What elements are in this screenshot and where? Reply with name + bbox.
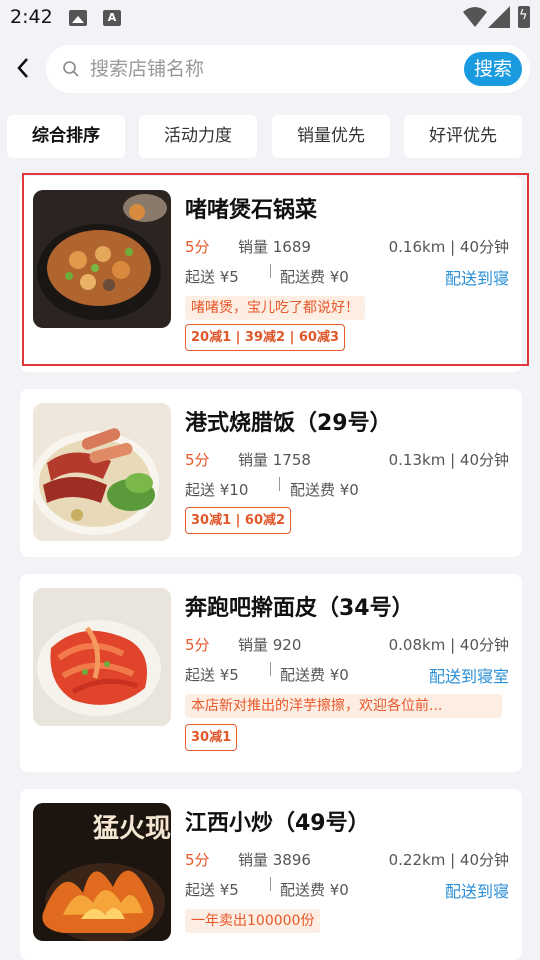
shop-name: 江西小炒（49号） — [185, 811, 370, 836]
divider — [270, 877, 271, 891]
shop-sales: 销量 1758 — [238, 451, 311, 469]
battery-icon — [518, 6, 530, 28]
divider — [270, 264, 271, 278]
divider — [270, 662, 271, 676]
shop-image: 猛火现炒 — [33, 803, 171, 941]
tab-sales-first[interactable]: 销量优先 — [272, 115, 390, 158]
deliver-to-dorm-tag: 配送到寝 — [444, 269, 509, 288]
shop-image — [33, 588, 171, 726]
shop-sales: 销量 3896 — [238, 851, 311, 869]
shop-card[interactable]: 奔跑吧擀面皮（34号） 5分 销量 920 0.08km | 40分钟 起送 ¥… — [20, 574, 522, 772]
shop-distance: 0.22km | 40分钟 — [388, 851, 509, 869]
search-input[interactable] — [90, 54, 450, 84]
search-icon — [63, 61, 79, 77]
shop-card[interactable]: 啫啫煲石锅菜 5分 销量 1689 0.16km | 40分钟 起送 ¥5 配送… — [20, 173, 529, 372]
shop-image — [33, 190, 171, 328]
min-order: 起送 ¥5 — [185, 881, 239, 899]
image-title-top: 猛火现炒 — [92, 814, 171, 844]
deliver-to-dorm-tag: 配送到寝室 — [428, 667, 509, 686]
shop-name: 港式烧腊饭（29号） — [185, 411, 392, 436]
shop-distance: 0.08km | 40分钟 — [388, 636, 509, 654]
divider — [279, 477, 280, 491]
back-button[interactable] — [10, 52, 36, 84]
shop-distance: 0.16km | 40分钟 — [388, 238, 509, 256]
wifi-icon — [463, 7, 487, 27]
shop-sales: 销量 1689 — [238, 238, 311, 256]
shop-score: 5分 — [185, 238, 210, 256]
delivery-fee: 配送费 ¥0 — [280, 666, 349, 684]
shop-slogan: 啫啫煲，宝儿吃了都说好！ — [185, 296, 365, 320]
min-order: 起送 ¥10 — [185, 481, 249, 499]
promo-badge: 20减1 | 39减2 | 60减3 — [185, 324, 346, 351]
shop-card[interactable]: 港式烧腊饭（29号） 5分 销量 1758 0.13km | 40分钟 起送 ¥… — [20, 389, 522, 557]
shop-score: 5分 — [185, 636, 210, 654]
promo-badge: 30减1 — [185, 724, 238, 751]
a-notification-icon: A — [103, 10, 121, 26]
delivery-fee: 配送费 ¥0 — [280, 881, 349, 899]
signal-icon — [488, 6, 510, 28]
tab-comprehensive-sort[interactable]: 综合排序 — [7, 115, 125, 158]
min-order: 起送 ¥5 — [185, 268, 239, 286]
shop-score: 5分 — [185, 851, 210, 869]
shop-name: 奔跑吧擀面皮（34号） — [185, 596, 414, 621]
tab-rating-first[interactable]: 好评优先 — [404, 115, 522, 158]
shop-score: 5分 — [185, 451, 210, 469]
search-bar: 搜索 — [46, 45, 530, 93]
shop-sales: 销量 920 — [238, 636, 302, 654]
status-time: 2:42 — [10, 6, 53, 28]
shop-image — [33, 403, 171, 541]
shop-name: 啫啫煲石锅菜 — [185, 198, 318, 223]
shop-slogan: 本店新对推出的洋芋擦擦，欢迎各位前... — [185, 694, 502, 718]
deliver-to-dorm-tag: 配送到寝 — [444, 882, 509, 901]
delivery-fee: 配送费 ¥0 — [280, 268, 349, 286]
tab-promotion[interactable]: 活动力度 — [139, 115, 257, 158]
shop-slogan: 一年卖出100000份 — [185, 909, 321, 933]
status-bar: 2:42 A — [0, 0, 540, 36]
shop-distance: 0.13km | 40分钟 — [388, 451, 509, 469]
delivery-fee: 配送费 ¥0 — [290, 481, 359, 499]
shop-card[interactable]: 猛火现炒 江西小炒（49号） 5分 销量 3896 0.22km | 40分钟 … — [20, 789, 522, 960]
min-order: 起送 ¥5 — [185, 666, 239, 684]
promo-badge: 30减1 | 60减2 — [185, 507, 292, 534]
image-icon — [69, 10, 87, 26]
back-arrow-icon — [17, 58, 28, 78]
search-button[interactable]: 搜索 — [464, 52, 522, 86]
